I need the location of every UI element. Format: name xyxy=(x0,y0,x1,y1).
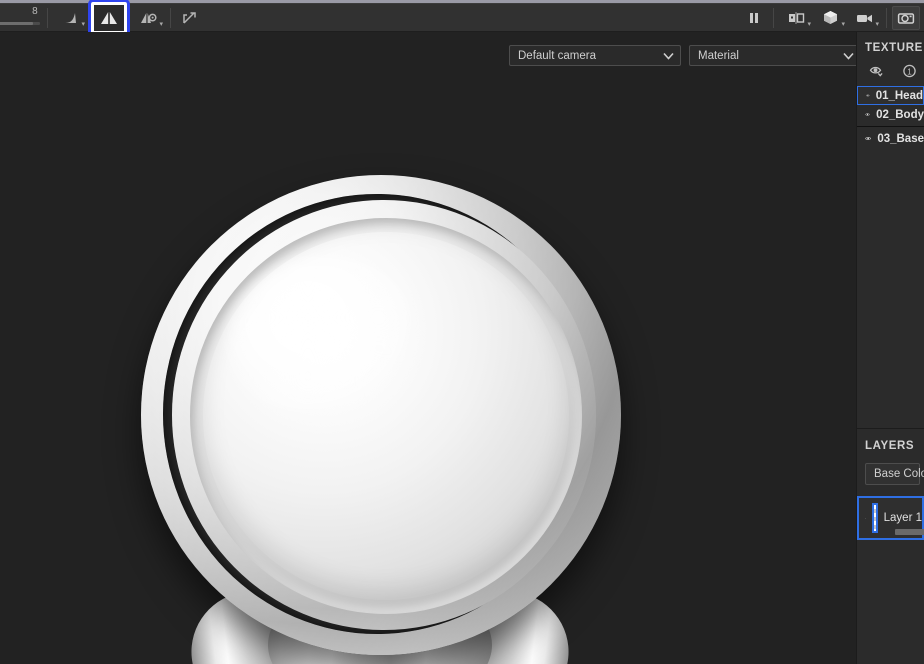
texture-sets-list: 01_Head 02_Body 03_Base xyxy=(857,84,924,148)
right-dock: TEXTURE SETS 1 01_Head xyxy=(856,32,924,664)
texture-sets-toolbar: 1 xyxy=(857,62,924,84)
screenshot-button[interactable] xyxy=(892,5,920,30)
channel-select[interactable]: Base Color xyxy=(865,463,924,485)
chevron-down-icon: ▾ xyxy=(807,20,811,28)
brush-size-slider[interactable]: 8 xyxy=(0,4,42,32)
toolbar-right-group: ▾ ▾ ▾ xyxy=(740,5,924,30)
chevron-down-icon xyxy=(843,52,854,59)
layer-row[interactable]: Layer 1 xyxy=(857,496,924,540)
main-toolbar: 8 ▾ ▾ ▾ ▾ ▾ xyxy=(0,0,924,37)
app-window: 8 ▾ ▾ ▾ ▾ ▾ Default camera Material TEXT… xyxy=(0,0,924,664)
split-view-icon xyxy=(789,11,805,24)
model-head-outer-shell xyxy=(141,175,621,655)
symmetry-toggle-button[interactable] xyxy=(88,0,130,37)
pause-engine-button[interactable] xyxy=(740,6,768,30)
texture-set-item-01-head[interactable]: 01_Head xyxy=(857,86,924,105)
layer-opacity-bar[interactable] xyxy=(895,529,924,535)
visibility-dropdown-icon[interactable] xyxy=(869,64,886,78)
symmetry-settings-icon xyxy=(140,12,157,23)
toolbar-divider xyxy=(170,7,171,28)
model-head-face-disc xyxy=(203,232,569,600)
texture-set-label: 02_Body xyxy=(876,108,924,121)
svg-text:1: 1 xyxy=(907,67,912,76)
eye-icon[interactable] xyxy=(865,133,872,144)
layers-title: LAYERS xyxy=(865,440,915,452)
chevron-down-icon xyxy=(663,52,674,59)
viewport-dropdown-bar: Default camera Material xyxy=(509,45,856,66)
chevron-down-icon: ▾ xyxy=(159,20,163,28)
chevron-down-icon: ▾ xyxy=(841,20,845,28)
model-head-outer-shading xyxy=(141,175,621,655)
model-left-leg xyxy=(176,576,324,664)
photo-camera-icon xyxy=(897,12,915,24)
texture-set-label: 03_Base xyxy=(877,132,924,145)
display-mode-button[interactable]: ▾ xyxy=(813,6,847,30)
layer-thumbnail[interactable] xyxy=(871,503,878,533)
3d-viewport[interactable]: Default camera Material xyxy=(0,32,856,664)
texture-set-label: 01_Head xyxy=(875,89,923,102)
camera-select[interactable]: Default camera xyxy=(509,45,681,66)
model-torso xyxy=(268,580,492,664)
model-head-specular-highlight xyxy=(228,258,428,428)
shader-select[interactable]: Material xyxy=(689,45,856,66)
model-head-inner-rim xyxy=(190,218,582,614)
chevron-down-icon: ▾ xyxy=(875,20,879,28)
eye-icon[interactable] xyxy=(865,109,870,120)
viewport-split-button[interactable]: ▾ xyxy=(779,6,813,30)
layers-panel: LAYERS Base Color Layer 1 xyxy=(857,428,924,664)
layers-header: LAYERS xyxy=(857,429,924,463)
slider-fill xyxy=(0,21,33,25)
falloff-curve-icon xyxy=(63,12,76,23)
toolbar-left-group: 8 ▾ ▾ xyxy=(0,0,204,37)
texture-set-item-02-body[interactable]: 02_Body xyxy=(857,105,924,124)
symmetry-mirror-icon xyxy=(101,11,117,24)
camera-select-value: Default camera xyxy=(518,49,596,62)
brush-size-value: 8 xyxy=(32,5,38,17)
channel-select-value: Base Color xyxy=(874,468,924,480)
chevron-down-icon: ▾ xyxy=(81,20,85,28)
toolbar-divider xyxy=(773,7,774,28)
cube-icon xyxy=(823,11,837,24)
video-capture-button[interactable]: ▾ xyxy=(847,6,881,30)
eye-icon[interactable] xyxy=(866,90,870,101)
falloff-curve-button[interactable]: ▾ xyxy=(53,6,87,30)
transform-arrows-icon xyxy=(183,11,196,24)
slider-track[interactable] xyxy=(0,21,40,25)
eye-icon[interactable] xyxy=(865,513,866,524)
model-head-groove xyxy=(163,194,591,634)
texture-set-item-03-base[interactable]: 03_Base xyxy=(857,129,924,148)
symmetry-settings-button[interactable]: ▾ xyxy=(131,6,165,30)
video-camera-icon xyxy=(856,14,872,22)
toolbar-divider xyxy=(47,7,48,28)
shader-select-value: Material xyxy=(698,49,739,62)
layer-name-label: Layer 1 xyxy=(883,512,922,524)
uv-tile-count-icon[interactable]: 1 xyxy=(902,64,917,78)
texture-sets-divider xyxy=(857,126,924,127)
model-right-leg xyxy=(436,576,584,664)
toolbar-divider xyxy=(886,7,887,28)
model-head-bezel-shading xyxy=(172,200,596,630)
pause-icon xyxy=(750,12,758,23)
texture-sets-title: TEXTURE SETS xyxy=(865,42,924,54)
3d-model xyxy=(0,32,856,664)
model-head-bezel xyxy=(172,200,596,630)
transform-gizmo-button[interactable] xyxy=(176,6,204,30)
